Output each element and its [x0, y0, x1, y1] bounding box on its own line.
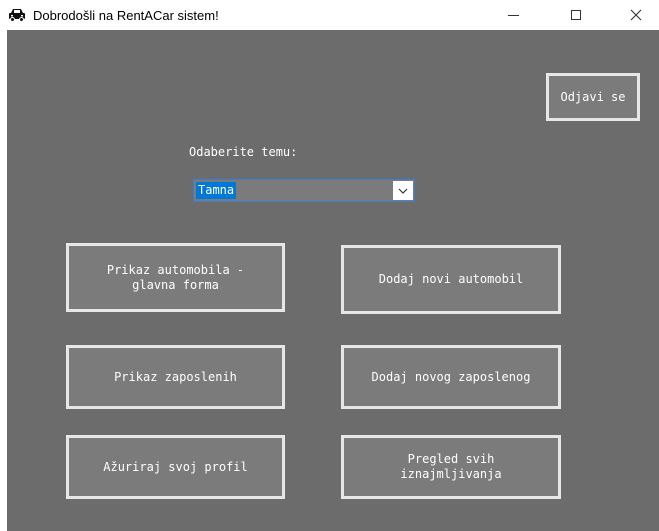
show-employees-button[interactable]: Prikaz zaposlenih [66, 345, 285, 409]
maximize-button[interactable] [553, 0, 599, 30]
logout-button[interactable]: Odjavi se [546, 73, 640, 121]
window-title: Dobrodošli na RentACar sistem! [33, 8, 219, 23]
add-car-button[interactable]: Dodaj novi automobil [341, 245, 561, 314]
show-cars-button[interactable]: Prikaz automobila - glavna forma [66, 243, 285, 312]
title-bar[interactable]: Dobrodošli na RentACar sistem! [0, 0, 659, 30]
minimize-icon [507, 14, 519, 16]
add-employee-button[interactable]: Dodaj novog zaposlenog [341, 345, 561, 409]
minimize-button[interactable] [490, 0, 536, 30]
main-panel: Odjavi se Odaberite temu: Tamna Prikaz a… [7, 30, 659, 531]
maximize-icon [571, 10, 581, 20]
theme-label: Odaberite temu: [189, 145, 298, 159]
app-window: Dobrodošli na RentACar sistem! Odjavi se… [0, 0, 659, 531]
close-button[interactable] [613, 0, 659, 30]
car-icon [8, 7, 26, 23]
theme-select-field [252, 182, 390, 199]
update-profile-button[interactable]: Ažuriraj svoj profil [66, 435, 285, 499]
close-icon [630, 9, 642, 21]
chevron-down-icon[interactable] [393, 181, 413, 200]
view-rentals-button[interactable]: Pregled svih iznajmljivanja [341, 435, 561, 499]
theme-select[interactable]: Tamna [193, 179, 415, 202]
theme-select-value: Tamna [196, 182, 237, 199]
